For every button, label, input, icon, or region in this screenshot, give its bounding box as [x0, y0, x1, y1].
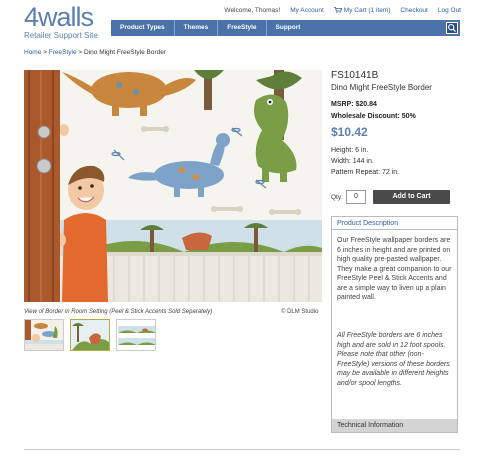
cart-icon — [333, 7, 342, 14]
nav-product-types[interactable]: Product Types — [111, 20, 175, 36]
wooden-door — [24, 70, 60, 302]
thumbnail-2[interactable] — [70, 319, 110, 351]
description-body: Our FreeStyle wallpaper borders are 6 in… — [337, 237, 452, 301]
breadcrumb-freestyle[interactable]: FreeStyle — [49, 49, 77, 56]
product-msrp: MSRP: $20.84 — [331, 101, 377, 108]
nav-themes[interactable]: Themes — [175, 20, 219, 36]
my-cart-label: My Cart (1 item) — [343, 7, 391, 14]
product-main-image[interactable] — [24, 70, 322, 302]
breadcrumb-sep: > — [41, 49, 49, 56]
wholesale-discount: Wholesale Discount: 50% — [331, 113, 416, 120]
footer-divider — [24, 449, 460, 450]
add-to-cart-button[interactable]: Add to Cart — [373, 190, 450, 204]
tab-technical-information[interactable]: Technical Information — [332, 419, 457, 432]
product-price: $10.42 — [331, 125, 368, 139]
main-nav: Product Types Themes FreeStyle Support — [111, 20, 460, 36]
quantity-label: Qty: — [331, 194, 343, 201]
breadcrumb: Home > FreeStyle > Dino Might FreeStyle … — [24, 49, 166, 56]
spec-width: Width: 144 in. — [331, 158, 374, 165]
room-scene-illustration — [24, 70, 322, 302]
logout-link[interactable]: Log Out — [438, 7, 461, 14]
thumbnail-3[interactable] — [116, 319, 156, 351]
nav-support[interactable]: Support — [267, 20, 310, 36]
product-description-panel: Product Description Our FreeStyle wallpa… — [331, 216, 458, 433]
product-name: Dino Might FreeStyle Border — [331, 83, 432, 92]
thumbnail-1-image — [25, 320, 63, 350]
product-sku: FS10141B — [331, 70, 379, 81]
search-button[interactable] — [446, 22, 458, 34]
top-links: Welcome, Thomas! My Account My Cart (1 i… — [224, 7, 461, 14]
tab-product-description[interactable]: Product Description — [332, 217, 457, 230]
welcome-text: Welcome, Thomas! — [224, 7, 281, 14]
image-credit: © DLM Studio — [281, 309, 319, 315]
breadcrumb-current: Dino Might FreeStyle Border — [84, 49, 167, 56]
breadcrumb-home[interactable]: Home — [24, 49, 41, 56]
my-cart-link[interactable]: My Cart (1 item) — [333, 7, 391, 14]
search-icon — [448, 24, 456, 32]
quantity-input[interactable]: 0 — [346, 190, 366, 204]
description-note: All FreeStyle borders are 6 inches high … — [337, 332, 450, 387]
nav-freestyle[interactable]: FreeStyle — [218, 20, 267, 36]
spec-height: Height: 6 in. — [331, 147, 369, 154]
checkout-link[interactable]: Checkout — [400, 7, 427, 14]
site-subtitle: Retailer Support Site — [24, 31, 98, 40]
thumbnail-1[interactable] — [24, 319, 64, 351]
thumbnail-3-image — [117, 320, 155, 350]
breadcrumb-sep: > — [76, 49, 85, 56]
thumbnail-2-image — [71, 320, 109, 350]
spec-pattern-repeat: Pattern Repeat: 72 in. — [331, 169, 400, 176]
site-logo[interactable]: 4walls — [24, 2, 94, 33]
image-caption: View of Border in Room Setting (Peel & S… — [24, 309, 213, 315]
my-account-link[interactable]: My Account — [290, 7, 324, 14]
